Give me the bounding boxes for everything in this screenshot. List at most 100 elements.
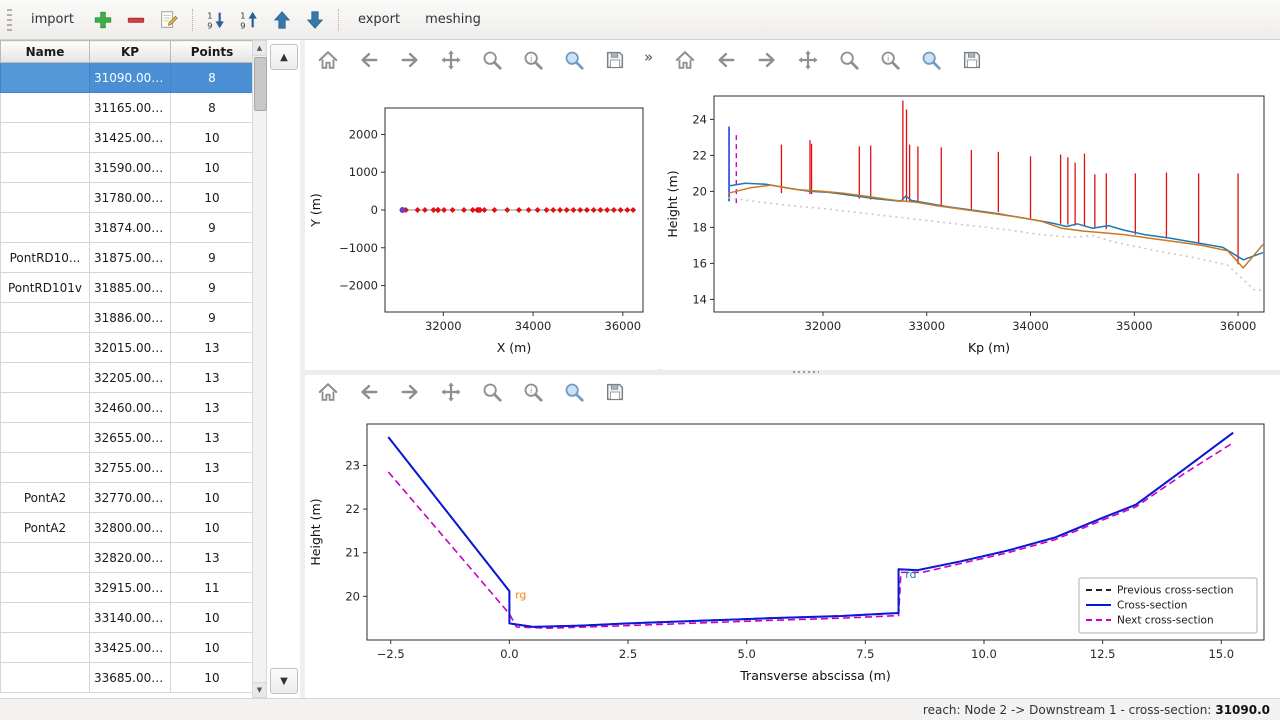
cross-plot-canvas: −2.50.02.55.07.510.012.515.020212223rgrd…	[305, 412, 1280, 696]
edit-cross-section-button[interactable]	[156, 7, 182, 33]
name-cell	[1, 363, 90, 393]
svg-text:20: 20	[692, 184, 707, 198]
customize-icon[interactable]	[561, 379, 587, 405]
points-cell: 13	[171, 333, 254, 363]
table-row[interactable]: PontA232800.000010	[1, 513, 254, 543]
table-row[interactable]: 31590.000010	[1, 153, 254, 183]
points-cell: 9	[171, 243, 254, 273]
table-row[interactable]: 32655.000013	[1, 423, 254, 453]
column-header-points[interactable]: Points	[171, 41, 254, 63]
subplots-icon[interactable]	[520, 47, 546, 73]
sort-asc-icon	[205, 9, 227, 31]
back-icon[interactable]	[713, 47, 739, 73]
svg-text:35000: 35000	[1116, 319, 1153, 333]
table-row[interactable]: 32915.000011	[1, 573, 254, 603]
table-row[interactable]: 31090.00008	[1, 63, 254, 93]
name-cell	[1, 303, 90, 333]
table-row[interactable]: 33685.000010	[1, 663, 254, 693]
svg-text:Height (m): Height (m)	[308, 498, 323, 565]
subplots-icon[interactable]	[520, 379, 546, 405]
sort-descending-button[interactable]	[236, 7, 262, 33]
column-header-kp[interactable]: KP	[90, 41, 171, 63]
back-icon[interactable]	[356, 379, 382, 405]
table-row[interactable]: 31886.00009	[1, 303, 254, 333]
back-icon[interactable]	[356, 47, 382, 73]
table-row[interactable]: PontA232770.000010	[1, 483, 254, 513]
svg-text:−1000: −1000	[339, 241, 378, 255]
points-cell: 8	[171, 93, 254, 123]
forward-icon[interactable]	[754, 47, 780, 73]
kp-cell: 31885.0000	[90, 273, 171, 303]
table-row[interactable]: 31780.000010	[1, 183, 254, 213]
svg-text:1000: 1000	[349, 165, 378, 179]
forward-icon[interactable]	[397, 47, 423, 73]
pan-icon[interactable]	[795, 47, 821, 73]
name-cell	[1, 213, 90, 243]
scroll-page-up-button[interactable]: ▲	[270, 44, 298, 70]
forward-icon[interactable]	[397, 379, 423, 405]
move-down-button[interactable]	[302, 7, 328, 33]
plan-view-plot[interactable]: 320003400036000−2000−1000010002000X (m)Y…	[305, 82, 657, 370]
kp-cell: 32015.0000	[90, 333, 171, 363]
kp-cell: 33425.0000	[90, 633, 171, 663]
table-scrollbar[interactable]: ▲ ▼	[252, 40, 267, 698]
import-button[interactable]: import	[22, 8, 83, 31]
sort-ascending-button[interactable]	[203, 7, 229, 33]
kp-cell: 32755.0000	[90, 453, 171, 483]
table-row[interactable]: 32015.000013	[1, 333, 254, 363]
zoom-icon[interactable]	[479, 379, 505, 405]
zoom-icon[interactable]	[479, 47, 505, 73]
table-row[interactable]: 32205.000013	[1, 363, 254, 393]
home-icon[interactable]	[315, 379, 341, 405]
table-row[interactable]: PontRD10...31875.00009	[1, 243, 254, 273]
zoom-icon[interactable]	[836, 47, 862, 73]
move-up-button[interactable]	[269, 7, 295, 33]
pan-icon[interactable]	[438, 379, 464, 405]
meshing-button[interactable]: meshing	[416, 8, 490, 31]
scroll-page-down-button[interactable]: ▼	[270, 668, 298, 694]
home-icon[interactable]	[672, 47, 698, 73]
home-icon[interactable]	[315, 47, 341, 73]
svg-text:20: 20	[345, 589, 360, 603]
table-row[interactable]: 33140.000010	[1, 603, 254, 633]
svg-text:21: 21	[345, 546, 360, 560]
longitudinal-profile-plot[interactable]: 3200033000340003500036000141618202224Kp …	[662, 82, 1280, 370]
table-row[interactable]: 32820.000013	[1, 543, 254, 573]
svg-text:Previous cross-section: Previous cross-section	[1117, 585, 1234, 597]
points-cell: 8	[171, 63, 254, 93]
table-row[interactable]: 33425.000010	[1, 633, 254, 663]
subplots-icon[interactable]	[877, 47, 903, 73]
export-button[interactable]: export	[349, 8, 409, 31]
scrollbar-up-arrow-icon[interactable]: ▲	[253, 41, 266, 56]
pan-icon[interactable]	[438, 47, 464, 73]
remove-cross-section-button[interactable]	[123, 7, 149, 33]
customize-icon[interactable]	[561, 47, 587, 73]
cross-section-plot-toolbar	[315, 375, 628, 409]
kp-cell: 31780.0000	[90, 183, 171, 213]
cross-section-plot[interactable]: −2.50.02.55.07.510.012.515.020212223rgrd…	[305, 412, 1280, 696]
scrollbar-thumb[interactable]	[254, 57, 267, 111]
table-row[interactable]: 32460.000013	[1, 393, 254, 423]
svg-text:0.0: 0.0	[500, 647, 518, 661]
column-header-name[interactable]: Name	[1, 41, 90, 63]
table-row[interactable]: 32755.000013	[1, 453, 254, 483]
customize-icon[interactable]	[918, 47, 944, 73]
points-cell: 9	[171, 273, 254, 303]
save-icon[interactable]	[602, 379, 628, 405]
toolbar-overflow-icon[interactable]: »	[644, 48, 653, 66]
points-cell: 13	[171, 393, 254, 423]
table-row[interactable]: 31425.000010	[1, 123, 254, 153]
table-row[interactable]: 31165.00008	[1, 93, 254, 123]
toolbar-separator	[192, 9, 193, 31]
kp-cell: 32800.0000	[90, 513, 171, 543]
status-bar: reach: Node 2 -> Downstream 1 - cross-se…	[0, 698, 1280, 720]
table-row[interactable]: 31874.00009	[1, 213, 254, 243]
status-text: reach: Node 2 -> Downstream 1 - cross-se…	[923, 703, 1211, 717]
svg-text:22: 22	[692, 148, 707, 162]
table-row[interactable]: PontRD101v31885.00009	[1, 273, 254, 303]
scrollbar-down-arrow-icon[interactable]: ▼	[253, 682, 266, 697]
name-cell	[1, 63, 90, 93]
add-cross-section-button[interactable]	[90, 7, 116, 33]
save-icon[interactable]	[602, 47, 628, 73]
save-icon[interactable]	[959, 47, 985, 73]
